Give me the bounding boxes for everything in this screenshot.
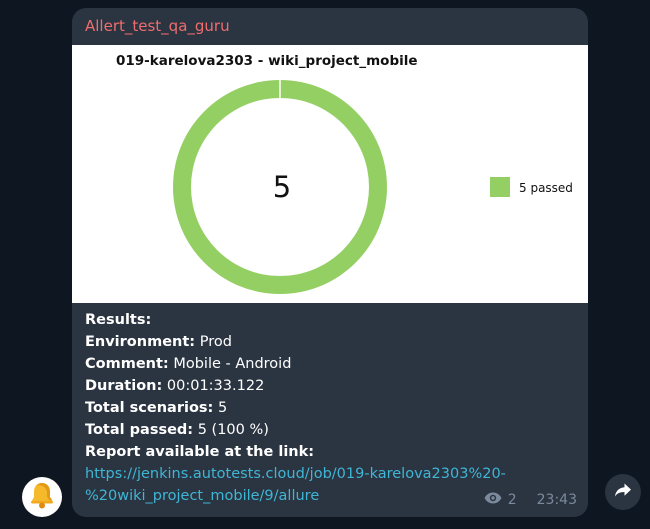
total-scenarios-row: Total scenarios: 5	[85, 400, 228, 416]
bell-icon	[29, 481, 55, 513]
report-chart[interactable]: 019-karelova2303 - wiki_project_mobile 5…	[72, 45, 588, 303]
duration-row: Duration: 00:01:33.122	[85, 378, 265, 394]
report-link-line2: %20wiki_project_mobile/9/allure	[85, 488, 320, 504]
legend-swatch-0	[490, 177, 510, 197]
report-link-line1: https://jenkins.autotests.cloud/job/019-…	[85, 466, 506, 482]
results-text: Results: Environment: Prod Comment: Mobi…	[85, 309, 580, 507]
legend-label-0: 5 passed	[519, 181, 573, 195]
chart-title: 019-karelova2303 - wiki_project_mobile	[116, 53, 418, 69]
chart-svg: 019-karelova2303 - wiki_project_mobile 5…	[116, 53, 573, 294]
report-label: Report available at the link:	[85, 444, 315, 460]
message-bubble[interactable]: Allert_test_qa_guru 019-karelova2303 - w…	[72, 8, 588, 517]
environment-row: Environment: Prod	[85, 334, 232, 350]
bot-avatar[interactable]	[22, 477, 62, 517]
total-passed-row: Total passed: 5 (100 %)	[85, 422, 269, 438]
sender-name[interactable]: Allert_test_qa_guru	[85, 16, 230, 36]
chart-center-label: 5	[273, 170, 291, 204]
comment-row: Comment: Mobile - Android	[85, 356, 292, 372]
share-arrow-icon	[614, 482, 632, 502]
message-time: 23:43	[536, 492, 577, 508]
share-button[interactable]	[605, 474, 641, 510]
results-heading: Results:	[85, 312, 152, 328]
eye-icon	[484, 491, 502, 509]
message-meta: 2 23:43	[484, 491, 577, 509]
view-count: 2	[507, 492, 517, 508]
